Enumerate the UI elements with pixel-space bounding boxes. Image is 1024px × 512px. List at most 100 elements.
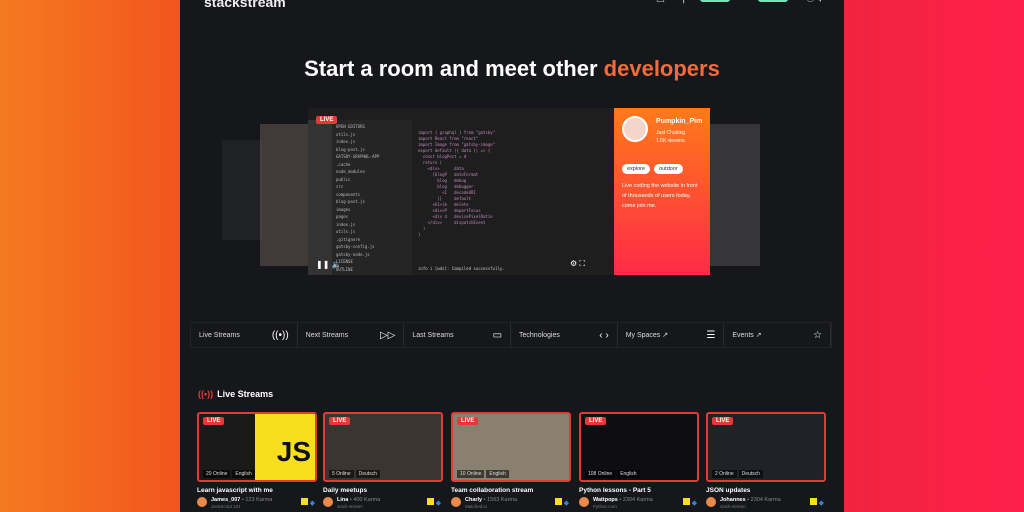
org-name[interactable]: stack-stream bbox=[720, 504, 746, 509]
stream-thumbnail[interactable]: LIVE 10 Online English bbox=[451, 412, 571, 482]
file-item[interactable]: blog-post.js bbox=[336, 199, 408, 207]
stream-title[interactable]: Team collaboration stream bbox=[451, 487, 571, 494]
language: English bbox=[486, 470, 509, 478]
python-icon: ◆ bbox=[563, 500, 569, 507]
org-name[interactable]: Python.com bbox=[593, 504, 617, 509]
build-button[interactable]: build bbox=[700, 0, 730, 2]
live-badge: LIVE bbox=[316, 116, 338, 124]
nav-item[interactable]: Next Streams ▷▷ bbox=[298, 323, 405, 347]
stream-title[interactable]: Daily meetups bbox=[323, 487, 443, 494]
file-item[interactable]: index.js bbox=[336, 139, 408, 147]
stream-title[interactable]: Python lessons - Part 5 bbox=[579, 487, 699, 494]
org-name[interactable]: Matched.io bbox=[465, 504, 487, 509]
user-name[interactable]: Wattpops bbox=[593, 497, 618, 503]
js-logo: JS bbox=[255, 414, 315, 480]
online-count: 2 Online bbox=[712, 470, 737, 478]
file-item[interactable]: src bbox=[336, 184, 408, 192]
file-item[interactable]: pages bbox=[336, 214, 408, 222]
file-item[interactable]: OPEN EDITORS bbox=[336, 124, 408, 132]
tag[interactable]: explore bbox=[622, 164, 651, 174]
streamer-category: Just Chatting bbox=[656, 130, 686, 136]
python-icon: ◆ bbox=[691, 500, 697, 507]
tag[interactable]: outdoor bbox=[654, 164, 683, 174]
stream-card[interactable]: LIVE 10 Online English Team collaboration… bbox=[451, 412, 571, 511]
main-panel: stackstream ☐ ⚲ build stream ⚇ ▾ Start a… bbox=[180, 0, 844, 512]
stream-card[interactable]: LIVE 2 Online Deutsch JSON updates Johann… bbox=[706, 412, 826, 511]
stream-thumbnail[interactable]: LIVE 2 Online Deutsch bbox=[706, 412, 826, 482]
fast-forward-icon: ▷▷ bbox=[379, 329, 396, 341]
carousel-prev-video[interactable] bbox=[260, 124, 308, 266]
file-item[interactable]: gatsby-node.js bbox=[336, 252, 408, 260]
avatar[interactable] bbox=[451, 497, 461, 507]
avatar[interactable] bbox=[579, 497, 589, 507]
file-item[interactable]: .gitignore bbox=[336, 237, 408, 245]
pause-icon[interactable]: ❚❚ 🔈 bbox=[316, 260, 342, 269]
live-badge: LIVE bbox=[712, 417, 734, 425]
nav-item[interactable]: Last Streams ▭ bbox=[404, 323, 512, 347]
stream-card[interactable]: JS LIVE 20 Online English Learn javascrip… bbox=[197, 412, 317, 511]
avatar[interactable] bbox=[197, 497, 207, 507]
live-badge: LIVE bbox=[329, 417, 351, 425]
video-camera-icon: ▭ bbox=[492, 329, 503, 341]
file-item[interactable]: index.js bbox=[336, 222, 408, 230]
viewer-count: 1.6K viewers bbox=[656, 138, 685, 144]
stream-thumbnail[interactable]: LIVE 5 Online Deutsch bbox=[323, 412, 443, 482]
file-item[interactable]: images bbox=[336, 207, 408, 215]
stream-title[interactable]: Learn javascript with me bbox=[197, 487, 317, 494]
avatar[interactable] bbox=[323, 497, 333, 507]
file-item[interactable]: utils.js bbox=[336, 229, 408, 237]
streamer-card[interactable]: Pumpkin_Pim Just Chatting 1.6K viewers e… bbox=[614, 108, 710, 275]
javascript-icon bbox=[809, 498, 817, 505]
broadcast-icon: ((•)) bbox=[198, 389, 214, 399]
file-item[interactable]: .cache bbox=[336, 162, 408, 170]
nav-item[interactable]: Technologies ‹ › bbox=[511, 323, 618, 347]
carousel-prev-preview[interactable] bbox=[222, 140, 262, 240]
user-name[interactable]: James_007 bbox=[211, 497, 240, 503]
user-name[interactable]: Johannes bbox=[720, 497, 746, 503]
avatar[interactable] bbox=[706, 497, 716, 507]
user-name[interactable]: Charly bbox=[465, 497, 482, 503]
nav-item[interactable]: Events ↗ ☆ bbox=[724, 323, 832, 347]
nav-item[interactable]: Live Streams ((•)) bbox=[191, 323, 298, 347]
stream-title[interactable]: JSON updates bbox=[706, 487, 826, 494]
live-badge: LIVE bbox=[585, 417, 607, 425]
streamer-name[interactable]: Pumpkin_Pim bbox=[656, 118, 702, 125]
javascript-icon bbox=[682, 498, 690, 505]
search-icon[interactable]: ⚲ bbox=[680, 0, 687, 5]
file-item[interactable]: gatsby-config.js bbox=[336, 244, 408, 252]
file-item[interactable]: blog-post.js bbox=[336, 147, 408, 155]
streamer-avatar bbox=[622, 116, 648, 142]
karma: • 2304 Karma bbox=[619, 497, 653, 503]
player-settings-icon[interactable]: ⚙ ⛶ bbox=[570, 259, 585, 269]
stream-button[interactable]: stream bbox=[758, 0, 788, 2]
file-item[interactable]: public bbox=[336, 177, 408, 185]
user-name[interactable]: Lina bbox=[337, 497, 348, 503]
carousel-next-video[interactable] bbox=[710, 124, 760, 266]
nav-item[interactable]: My Spaces ↗ ☰ bbox=[618, 323, 725, 347]
org-name[interactable]: stack-stream bbox=[337, 504, 363, 509]
stream-card[interactable]: LIVE 5 Online Deutsch Daily meetups Lina … bbox=[323, 412, 443, 511]
logo[interactable]: stackstream bbox=[204, 0, 286, 10]
karma: • 123 Karma bbox=[241, 497, 273, 503]
file-item[interactable]: GATSBY-GRAPHQL-APP bbox=[336, 154, 408, 162]
stream-thumbnail[interactable]: LIVE 108 Online English bbox=[579, 412, 699, 482]
javascript-icon bbox=[426, 498, 434, 505]
code-editor: import { graphql } from "gatsby" import R… bbox=[418, 130, 495, 238]
stream-thumbnail[interactable]: JS LIVE 20 Online English bbox=[197, 412, 317, 482]
file-item[interactable]: OUTLINE bbox=[336, 267, 408, 275]
featured-video[interactable]: OPEN EDITORS utils.js index.js blog-post.js… bbox=[308, 108, 614, 275]
python-icon: ◆ bbox=[435, 500, 441, 507]
language: Deutsch bbox=[355, 470, 380, 478]
stream-card[interactable]: LIVE 108 Online English Python lessons - … bbox=[579, 412, 699, 511]
file-item[interactable]: utils.js bbox=[336, 132, 408, 140]
user-icon[interactable]: ⚇ ▾ bbox=[806, 0, 823, 5]
file-item[interactable]: components bbox=[336, 192, 408, 200]
javascript-icon bbox=[554, 498, 562, 505]
header: stackstream ☐ ⚲ build stream ⚇ ▾ bbox=[180, 0, 844, 12]
org-name[interactable]: JavaScript 101 bbox=[211, 504, 241, 509]
file-item[interactable]: LICENSE bbox=[336, 259, 408, 267]
file-item[interactable]: node_modules bbox=[336, 169, 408, 177]
file-explorer: OPEN EDITORS utils.js index.js blog-post.js… bbox=[332, 120, 412, 275]
chat-icon[interactable]: ☐ bbox=[656, 0, 665, 5]
live-badge: LIVE bbox=[203, 417, 225, 425]
